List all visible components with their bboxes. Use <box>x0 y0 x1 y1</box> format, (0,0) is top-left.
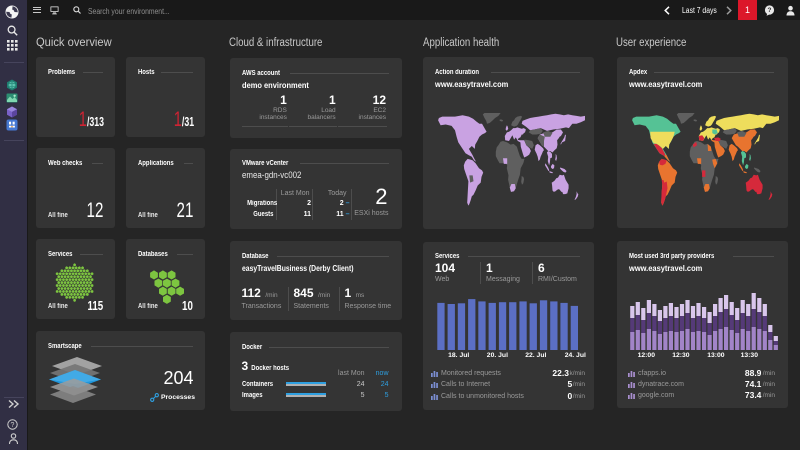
svg-text:?: ? <box>768 7 772 14</box>
svg-text:?: ? <box>11 422 15 429</box>
